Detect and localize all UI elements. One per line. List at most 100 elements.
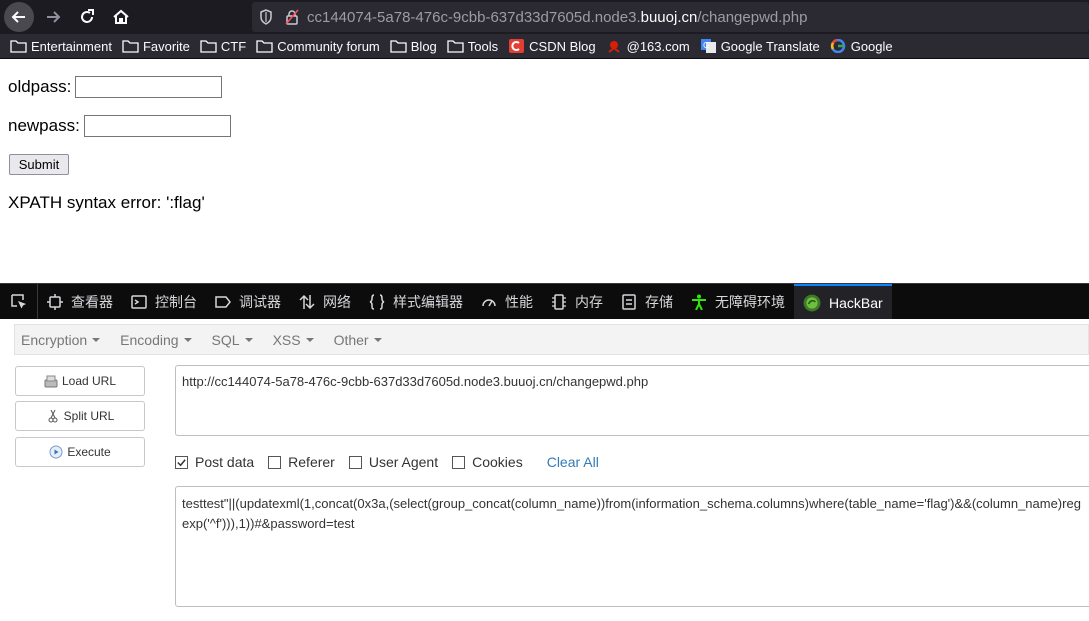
oldpass-input[interactable]	[75, 76, 223, 98]
menu-other[interactable]: Other	[334, 332, 382, 348]
url-path: /changepwd.php	[697, 8, 808, 26]
tab-label: 调试器	[239, 293, 281, 310]
network-icon	[299, 294, 315, 309]
tab-performance[interactable]: 性能	[472, 284, 542, 320]
bookmark-tools[interactable]: Tools	[447, 39, 498, 54]
csdn-icon	[509, 39, 525, 53]
cookies-checkbox[interactable]	[452, 455, 466, 469]
referer-checkbox[interactable]	[268, 455, 282, 469]
tab-label: HackBar	[829, 294, 883, 311]
post-data-checkbox[interactable]	[175, 455, 188, 469]
option-user-agent[interactable]: User Agent	[348, 454, 439, 470]
oldpass-row: oldpass:	[8, 76, 223, 98]
bookmark-label: Google	[850, 38, 893, 54]
forward-arrow-icon	[47, 11, 61, 23]
svg-text:G: G	[703, 41, 709, 50]
caret-down-icon	[305, 337, 314, 342]
bookmark-blog[interactable]: Blog	[390, 39, 437, 54]
tab-memory[interactable]: 内存	[542, 284, 612, 320]
option-cookies[interactable]: Cookies	[452, 454, 523, 470]
tab-console[interactable]: 控制台	[122, 284, 206, 320]
bookmark-ctf[interactable]: CTF	[200, 39, 246, 54]
caret-down-icon	[92, 337, 101, 342]
caret-down-icon	[183, 337, 192, 342]
tab-label: 样式编辑器	[393, 293, 463, 310]
folder-icon	[200, 40, 217, 53]
hackbar-options: Post data Referer User Agent Cookies Cle…	[175, 454, 599, 470]
tab-hackbar[interactable]: HackBar	[794, 283, 892, 320]
element-picker-button[interactable]	[0, 283, 38, 320]
load-url-icon	[44, 375, 58, 388]
menu-xss[interactable]: XSS	[273, 332, 314, 348]
bookmark-label: @163.com	[626, 38, 690, 54]
163-icon	[608, 41, 620, 53]
bookmark-label: Blog	[410, 38, 437, 54]
accessibility-icon	[692, 294, 706, 310]
caret-down-icon	[244, 337, 253, 342]
forward-button[interactable]	[38, 2, 68, 32]
tab-label: 查看器	[71, 293, 113, 310]
address-bar[interactable]: cc144074-5a78-476c-9cbb-637d33d7605d.nod…	[252, 2, 1089, 32]
tab-inspector[interactable]: 查看器	[38, 284, 122, 320]
menu-encoding[interactable]: Encoding	[120, 332, 192, 348]
url-text: cc144074-5a78-476c-9cbb-637d33d7605d.nod…	[307, 9, 807, 26]
option-referer[interactable]: Referer	[268, 454, 335, 470]
folder-icon	[122, 40, 139, 53]
newpass-input[interactable]	[83, 115, 231, 137]
reload-button[interactable]	[72, 2, 102, 32]
bookmark-community-forum[interactable]: Community forum	[256, 39, 380, 54]
back-button[interactable]	[4, 2, 34, 32]
split-url-button[interactable]: Split URL	[15, 401, 145, 431]
hackbar-icon	[803, 294, 821, 311]
option-label: Post data	[195, 454, 255, 470]
option-post-data[interactable]: Post data	[175, 454, 254, 470]
bookmark-google[interactable]: Google	[830, 39, 893, 54]
tab-accessibility[interactable]: 无障碍环境	[682, 284, 794, 320]
storage-icon	[622, 293, 636, 310]
google-icon	[830, 39, 845, 53]
bookmark-csdn-blog[interactable]: CSDN Blog	[508, 38, 596, 54]
bookmark-label: Entertainment	[31, 38, 112, 54]
tab-label: 内存	[575, 293, 603, 310]
submit-button[interactable]: Submit	[9, 154, 69, 175]
url-textarea[interactable]: http://cc144074-5a78-476c-9cbb-637d33d76…	[175, 365, 1089, 436]
load-url-label: Load URL	[61, 374, 117, 388]
folder-icon	[390, 40, 407, 53]
bookmark-google-translate[interactable]: G Google Translate	[700, 39, 820, 54]
google-translate-icon: G	[700, 39, 716, 53]
option-label: Cookies	[472, 454, 523, 470]
bookmark-favorite[interactable]: Favorite	[122, 39, 190, 54]
load-url-button[interactable]: Load URL	[15, 366, 145, 396]
shield-icon[interactable]	[259, 9, 273, 25]
tab-label: 存储	[645, 293, 673, 310]
split-url-label: Split URL	[63, 409, 115, 423]
tab-network[interactable]: 网络	[290, 284, 360, 320]
option-label: User Agent	[368, 454, 439, 470]
tab-style-editor[interactable]: 样式编辑器	[360, 284, 472, 320]
hackbar-panel: Encryption Encoding SQL XSS Other Load U…	[0, 319, 1089, 621]
user-agent-checkbox[interactable]	[348, 455, 362, 469]
insecure-lock-icon[interactable]	[285, 9, 299, 25]
folder-icon	[447, 40, 464, 53]
hackbar-menu: Encryption Encoding SQL XSS Other	[14, 324, 1089, 355]
bookmark-163[interactable]: @163.com	[606, 39, 690, 54]
url-prefix: cc144074-5a78-476c-9cbb-637d33d7605d.nod…	[307, 8, 641, 26]
menu-sql[interactable]: SQL	[212, 332, 253, 348]
bookmark-label: CSDN Blog	[529, 38, 596, 54]
home-button[interactable]	[106, 2, 136, 32]
menu-label: Other	[333, 331, 369, 348]
execute-label: Execute	[67, 445, 111, 459]
tab-label: 性能	[505, 293, 533, 310]
tab-debugger[interactable]: 调试器	[206, 284, 290, 320]
bookmark-entertainment[interactable]: Entertainment	[10, 39, 112, 54]
inspector-icon	[47, 293, 63, 310]
url-host: buuoj.cn	[640, 8, 698, 26]
menu-encryption[interactable]: Encryption	[21, 332, 101, 348]
execute-button[interactable]: Execute	[15, 437, 145, 467]
clear-all-link[interactable]: Clear All	[547, 454, 599, 470]
post-data-textarea[interactable]: testtest"||(updatexml(1,concat(0x3a,(sel…	[175, 486, 1089, 607]
devtools-tabbar: 查看器 控制台 调试器 网络 样式编辑器 性能 内存 存储 无障碍环境 Hack…	[0, 283, 1089, 320]
tab-storage[interactable]: 存储	[612, 284, 682, 320]
menu-label: XSS	[272, 331, 301, 348]
reload-icon	[81, 9, 94, 23]
